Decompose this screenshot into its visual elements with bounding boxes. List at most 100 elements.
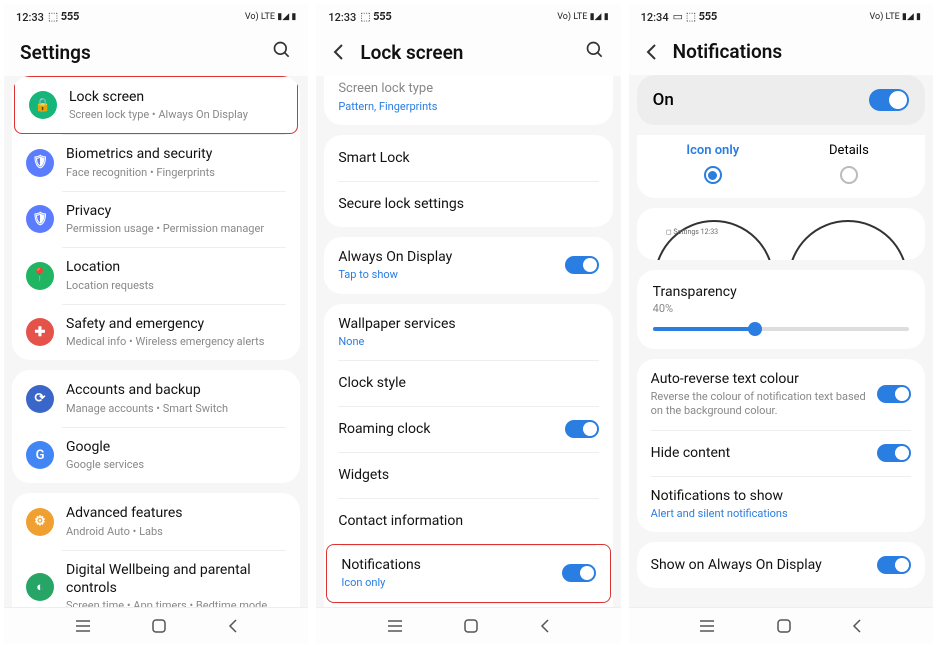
list-item[interactable]: Roaming clock — [324, 406, 612, 452]
status-time: 12:33 — [328, 11, 356, 24]
toggle-switch[interactable] — [877, 556, 911, 574]
item-text: Auto-reverse text colourReverse the colo… — [651, 370, 877, 419]
on-label: On — [653, 90, 869, 110]
toggle-switch[interactable] — [565, 256, 599, 274]
list-item[interactable]: 🔒 Lock screenScreen lock type • Always On… — [14, 76, 298, 134]
list-item[interactable]: Clock style — [324, 360, 612, 406]
nav-back[interactable] — [539, 618, 551, 634]
list-item[interactable]: 🛡 Biometrics and security Face recognition… — [12, 134, 300, 190]
toggle-switch[interactable] — [877, 444, 911, 462]
lock-screen-list: Screen lock typePattern, Fingerprints Sma… — [316, 76, 620, 607]
nav-home[interactable] — [463, 618, 479, 634]
list-item[interactable]: Smart Lock — [324, 135, 612, 181]
back-button[interactable] — [645, 43, 659, 61]
list-item[interactable]: Show on Always On Display — [637, 542, 925, 588]
item-title: Accounts and backup — [66, 381, 286, 399]
toggle-switch[interactable] — [562, 564, 596, 582]
status-icons-left: ⬚ 𝟓𝟓𝟓 — [360, 10, 391, 24]
list-item[interactable]: ✚Safety and emergencyMedical info • Wire… — [12, 304, 300, 360]
list-item[interactable]: ShortcutsPhone, Camera — [324, 603, 612, 607]
item-title: Privacy — [66, 202, 286, 220]
search-icon[interactable] — [585, 40, 605, 64]
list-item[interactable]: Always On DisplayTap to show — [324, 237, 612, 293]
item-title: Wallpaper services — [338, 315, 598, 333]
item-title: Show on Always On Display — [651, 556, 877, 574]
nav-home[interactable] — [151, 618, 167, 634]
screen-settings: 12:33 ⬚ 𝟓𝟓𝟓 Vo) LTE ▮◢ ▮ Settings 🔒Lock … — [4, 4, 308, 644]
item-text: Biometrics and security Face recognition … — [66, 145, 286, 179]
item-title: Hide content — [651, 444, 877, 462]
item-subtitle: Alert and silent notifications — [651, 507, 911, 521]
item-title: Auto-reverse text colour — [651, 370, 877, 388]
radio-details[interactable]: Details — [781, 143, 917, 184]
transparency-value: 40% — [653, 302, 909, 315]
list-item[interactable]: Auto-reverse text colourReverse the colo… — [637, 359, 925, 430]
gear-icon: ⚙ — [26, 508, 54, 536]
search-icon[interactable] — [272, 40, 292, 64]
toggle-switch[interactable] — [877, 385, 911, 403]
nav-recent[interactable] — [74, 619, 92, 633]
nav-recent[interactable] — [386, 619, 404, 633]
list-item[interactable]: Secure lock settings — [324, 181, 612, 227]
master-toggle[interactable] — [869, 89, 909, 111]
list-item[interactable]: Contact information — [324, 498, 612, 544]
list-item[interactable]: Wallpaper servicesNone — [324, 304, 612, 360]
screen-notifications: 12:34 ▭ ⬚ 𝟓𝟓𝟓 Vo) LTE ▮◢ ▮ Notifications… — [629, 4, 933, 644]
radio-dot-icon — [704, 166, 722, 184]
status-icons-right: Vo) LTE ▮◢ ▮ — [557, 12, 608, 22]
shield-icon: 🛡 — [26, 149, 54, 177]
nav-home[interactable] — [776, 618, 792, 634]
item-text: Safety and emergencyMedical info • Wirel… — [66, 315, 286, 349]
settings-group: 🔒 Lock screenScreen lock type • Always On… — [12, 76, 300, 360]
lock-icon: 🔒 — [29, 91, 57, 119]
nav-recent[interactable] — [698, 619, 716, 633]
item-text: LocationLocation requests — [66, 258, 286, 292]
list-item[interactable]: 🛡PrivacyPermission usage • Permission ma… — [12, 191, 300, 247]
list-item[interactable]: GGoogleGoogle services — [12, 427, 300, 483]
toggle-switch[interactable] — [565, 420, 599, 438]
radio-icon-only[interactable]: Icon only — [645, 143, 781, 184]
transparency-slider[interactable] — [653, 327, 909, 331]
nav-back[interactable] — [851, 618, 863, 634]
item-title: Notifications to show — [651, 487, 911, 505]
item-subtitle: Permission usage • Permission manager — [66, 222, 286, 236]
list-item[interactable]: Notifications to show Alert and silent no… — [637, 476, 925, 532]
item-text: Show on Always On Display — [651, 556, 877, 574]
item-text: Wallpaper servicesNone — [338, 315, 598, 349]
item-title: Biometrics and security — [66, 145, 286, 163]
nav-back[interactable] — [227, 618, 239, 634]
list-item[interactable]: ⟳Accounts and backupManage accounts • Sm… — [12, 370, 300, 426]
list-item[interactable]: Hide content — [637, 430, 925, 476]
list-item[interactable]: 📍LocationLocation requests — [12, 247, 300, 303]
item-text: Advanced featuresAndroid Auto • Labs — [66, 504, 286, 538]
settings-group: Smart LockSecure lock settings — [324, 135, 612, 227]
list-item[interactable]: ⚙ Advanced featuresAndroid Auto • Labs — [12, 493, 300, 549]
item-text: Contact information — [338, 512, 598, 530]
settings-group: ⟳Accounts and backupManage accounts • Sm… — [12, 370, 300, 483]
master-toggle-row[interactable]: On — [637, 75, 925, 125]
list-item[interactable]: ◐Digital Wellbeing and parental controls… — [12, 550, 300, 607]
item-title: Clock style — [338, 374, 598, 392]
item-subtitle: Medical info • Wireless emergency alerts — [66, 335, 286, 349]
item-subtitle: Face recognition • Fingerprints — [66, 166, 286, 180]
list-item[interactable]: Widgets — [324, 452, 612, 498]
page-title: Lock screen — [360, 41, 584, 64]
item-title: Contact information — [338, 512, 598, 530]
item-subtitle: Manage accounts • Smart Switch — [66, 402, 286, 416]
item-title: Advanced features — [66, 504, 286, 522]
item-text: Privacy Permission usage • Permission man… — [66, 202, 286, 236]
status-bar: 12:33 ⬚ 𝟓𝟓𝟓 Vo) LTE ▮◢ ▮ — [4, 4, 308, 26]
item-text: GoogleGoogle services — [66, 438, 286, 472]
status-bar: 12:34 ▭ ⬚ 𝟓𝟓𝟓 Vo) LTE ▮◢ ▮ — [629, 4, 933, 26]
item-text: Lock screenScreen lock type • Always On … — [69, 88, 283, 122]
item-title: Widgets — [338, 466, 598, 484]
preview-details — [788, 220, 908, 260]
list-item[interactable]: Screen lock typePattern, Fingerprints — [324, 76, 612, 125]
item-text: Hide content — [651, 444, 877, 462]
settings-group: Auto-reverse text colourReverse the colo… — [637, 359, 925, 532]
settings-list: 🔒 Lock screenScreen lock type • Always On… — [4, 76, 308, 607]
back-button[interactable] — [332, 43, 346, 61]
list-item[interactable]: NotificationsIcon only — [326, 544, 610, 602]
transparency-block: Transparency 40% — [637, 270, 925, 349]
nav-bar — [4, 607, 308, 644]
